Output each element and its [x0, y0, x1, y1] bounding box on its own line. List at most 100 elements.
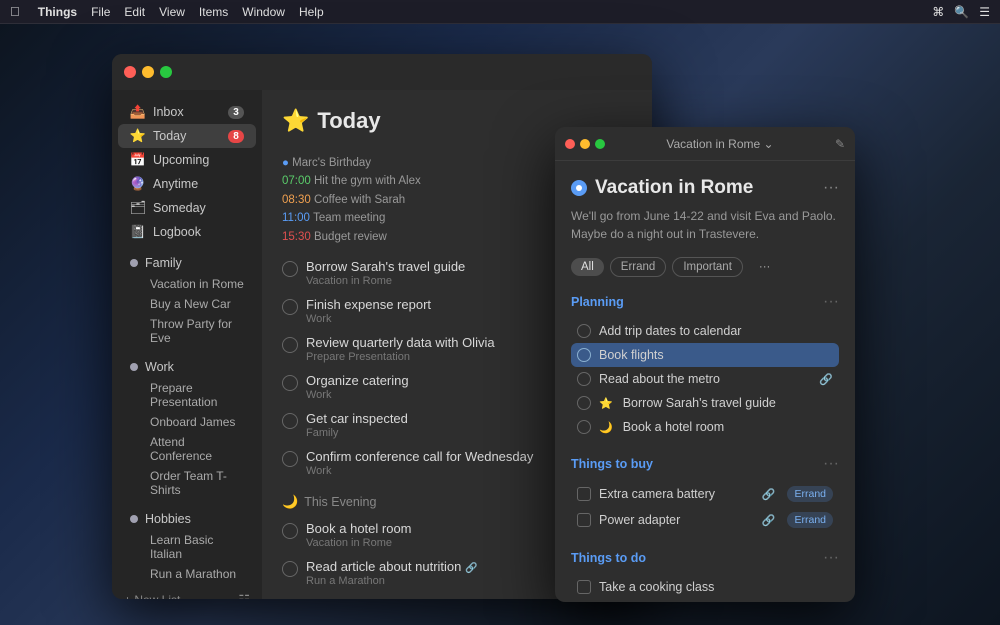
sidebar-item-attend-conference[interactable]: Attend Conference	[118, 432, 256, 466]
sidebar-item-learn-italian[interactable]: Learn Basic Italian	[118, 530, 256, 564]
sidebar-group-family: Family Vacation in Rome Buy a New Car Th…	[112, 252, 262, 348]
sidebar-item-vacation-rome[interactable]: Vacation in Rome	[118, 274, 256, 294]
sidebar-item-run-marathon[interactable]: Run a Marathon	[118, 564, 256, 584]
errand-tag: Errand	[787, 512, 833, 528]
order-tshirts-label: Order Team T-Shirts	[150, 469, 244, 497]
minimize-button[interactable]	[142, 66, 154, 78]
anytime-icon: 🔮	[130, 176, 146, 192]
birthday-marker: ●	[282, 157, 292, 169]
filter-important[interactable]: Important	[672, 257, 743, 277]
sidebar-item-logbook[interactable]: 📓 Logbook	[118, 220, 256, 244]
inbox-icon: 📤	[130, 104, 146, 120]
family-group-label: Family	[145, 256, 182, 270]
apple-menu[interactable]: 	[10, 4, 20, 19]
task-cooking-class[interactable]: Take a cooking class	[571, 575, 839, 599]
task-text: Take a cooking class	[599, 580, 833, 594]
task-text: Buy party decorations ☷ Throw Party for …	[306, 597, 444, 599]
task-text: Get car inspected Family	[306, 411, 408, 439]
task-subtitle: Work	[306, 465, 533, 477]
sidebar-item-throw-party[interactable]: Throw Party for Eve	[118, 314, 256, 348]
link-icon: 🔗	[762, 514, 776, 527]
filter-more[interactable]: ···	[749, 258, 781, 276]
task-cb[interactable]	[577, 348, 591, 362]
inbox-badge: 3	[228, 106, 244, 119]
task-checkbox[interactable]	[282, 523, 298, 539]
sidebar-footer: + New List ☷	[112, 584, 262, 599]
menu-items-label[interactable]: Items	[199, 5, 228, 19]
detail-close-button[interactable]	[565, 139, 575, 149]
planning-more-icon[interactable]: ···	[823, 293, 839, 311]
filter-all[interactable]: All	[571, 258, 604, 276]
task-book-hotel-room[interactable]: 🌙 Book a hotel room	[571, 415, 839, 439]
someday-icon: 🗂	[130, 200, 146, 216]
control-center-icon[interactable]: ☰	[979, 5, 990, 19]
sidebar-item-today[interactable]: ⭐ Today 8	[118, 124, 256, 148]
task-checkbox[interactable]	[282, 413, 298, 429]
things-to-do-more[interactable]: ···	[823, 549, 839, 567]
task-book-flights[interactable]: Book flights	[571, 343, 839, 367]
task-borrow-guide[interactable]: ⭐ Borrow Sarah's travel guide	[571, 391, 839, 415]
run-marathon-label: Run a Marathon	[150, 567, 236, 581]
task-cb[interactable]	[577, 372, 591, 386]
prepare-presentation-label: Prepare Presentation	[150, 381, 244, 409]
task-cb[interactable]	[577, 396, 591, 410]
sidebar-item-inbox[interactable]: 📤 Inbox 3	[118, 100, 256, 124]
app-name: Things	[38, 5, 77, 19]
detail-maximize-button[interactable]	[595, 139, 605, 149]
task-checkbox[interactable]	[282, 451, 298, 467]
project-more-icon[interactable]: ···	[823, 179, 839, 197]
task-cb[interactable]	[577, 487, 591, 501]
sidebar-item-order-tshirts[interactable]: Order Team T-Shirts	[118, 466, 256, 500]
task-text: Add trip dates to calendar	[599, 324, 833, 338]
sidebar-item-someday[interactable]: 🗂 Someday	[118, 196, 256, 220]
settings-icon[interactable]: ☷	[238, 592, 250, 599]
maximize-button[interactable]	[160, 66, 172, 78]
sidebar-item-buy-car[interactable]: Buy a New Car	[118, 294, 256, 314]
search-icon[interactable]: 🔍	[954, 5, 969, 19]
family-group-header[interactable]: Family	[118, 252, 256, 274]
menu-window[interactable]: Window	[242, 5, 285, 19]
task-title: Read article about nutrition 🔗	[306, 559, 477, 574]
menu-help[interactable]: Help	[299, 5, 324, 19]
task-checkbox[interactable]	[282, 261, 298, 277]
task-cb[interactable]	[577, 324, 591, 338]
task-cb[interactable]	[577, 580, 591, 594]
task-title: Review quarterly data with Olivia	[306, 335, 495, 350]
detail-compose-icon[interactable]: ✎	[835, 137, 845, 151]
sidebar-item-prepare-presentation[interactable]: Prepare Presentation	[118, 378, 256, 412]
task-day-trip-vatican[interactable]: Take a day trip to the Vatican 🔗	[571, 599, 839, 602]
task-checkbox[interactable]	[282, 299, 298, 315]
task-cb[interactable]	[577, 513, 591, 527]
menu-edit[interactable]: Edit	[124, 5, 145, 19]
task-read-metro[interactable]: Read about the metro 🔗	[571, 367, 839, 391]
hobbies-group-dot	[130, 515, 138, 523]
sidebar-item-anytime[interactable]: 🔮 Anytime	[118, 172, 256, 196]
task-power-adapter[interactable]: Power adapter 🔗 Errand	[571, 507, 839, 533]
task-checkbox[interactable]	[282, 337, 298, 353]
sidebar-item-onboard-james[interactable]: Onboard James	[118, 412, 256, 432]
menu-bar-right: ⌘ 🔍 ☰	[932, 5, 990, 19]
work-group-header[interactable]: Work	[118, 356, 256, 378]
task-checkbox[interactable]	[282, 375, 298, 391]
throw-party-label: Throw Party for Eve	[150, 317, 244, 345]
hobbies-group-header[interactable]: Hobbies	[118, 508, 256, 530]
filter-errand[interactable]: Errand	[610, 257, 667, 277]
link-icon: 🔗	[819, 373, 833, 386]
things-to-buy-more[interactable]: ···	[823, 455, 839, 473]
menu-view[interactable]: View	[159, 5, 185, 19]
buy-car-label: Buy a New Car	[150, 297, 231, 311]
things-to-buy-title: Things to buy	[571, 457, 823, 471]
budget-time: 15:30	[282, 231, 314, 243]
new-list-button[interactable]: + New List	[124, 593, 232, 599]
task-subtitle: Work	[306, 313, 431, 325]
menu-file[interactable]: File	[91, 5, 110, 19]
sidebar-label-someday: Someday	[153, 201, 206, 215]
detail-minimize-button[interactable]	[580, 139, 590, 149]
task-add-dates[interactable]: Add trip dates to calendar	[571, 319, 839, 343]
task-text: Power adapter	[599, 513, 754, 527]
close-button[interactable]	[124, 66, 136, 78]
task-cb[interactable]	[577, 420, 591, 434]
sidebar-item-upcoming[interactable]: 📅 Upcoming	[118, 148, 256, 172]
task-checkbox[interactable]	[282, 561, 298, 577]
task-camera-battery[interactable]: Extra camera battery 🔗 Errand	[571, 481, 839, 507]
